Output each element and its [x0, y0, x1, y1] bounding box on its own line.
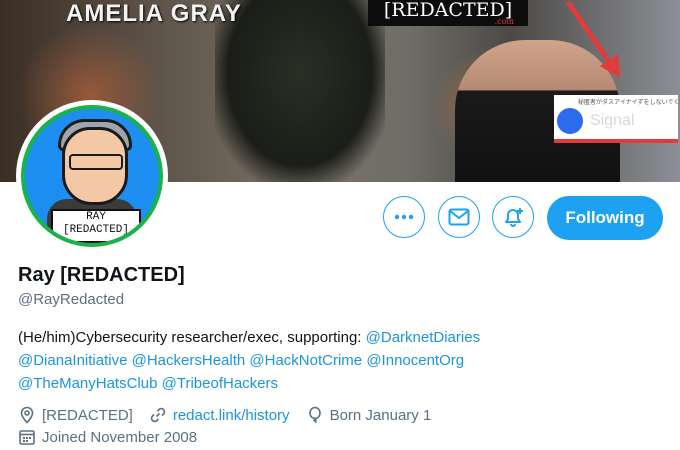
banner-logo-text: [REDACTED]	[383, 0, 513, 21]
mention-link[interactable]: @InnocentOrg	[366, 352, 464, 369]
avatar-glasses	[69, 154, 123, 170]
avatar-nametag: RAY [REDACTED]	[51, 209, 141, 243]
birthday-item: Born January 1	[306, 406, 432, 424]
website-item: redact.link/history	[149, 406, 290, 424]
balloon-icon	[308, 406, 321, 424]
envelope-icon	[448, 208, 470, 226]
mention-link[interactable]: @HackersHealth	[132, 352, 246, 369]
signal-message: 秘匿者がダスアイナイずをしないでください	[578, 100, 680, 106]
mention-link[interactable]: @TribeofHackers	[162, 375, 278, 392]
avatar-image: RAY [REDACTED]	[21, 105, 163, 247]
signal-notification: 秘匿者がダスアイナイずをしないでください Signal	[554, 95, 680, 143]
following-button[interactable]: Following	[547, 196, 663, 240]
banner-caption: AMELIA GRAY	[66, 0, 242, 27]
mention-link[interactable]: @TheManyHatsClub	[18, 375, 157, 392]
location-pin-icon	[20, 406, 34, 424]
notifications-button[interactable]	[492, 196, 534, 238]
joined-text: Joined November 2008	[42, 428, 198, 446]
bell-plus-icon	[505, 208, 523, 227]
mention-link[interactable]: @DarknetDiaries	[366, 329, 480, 346]
signal-label: Signal	[590, 112, 635, 129]
location-item: [REDACTED]	[18, 406, 133, 424]
calendar-icon	[19, 430, 35, 445]
mention-link[interactable]: @HackNotCrime	[249, 352, 362, 369]
bio-text: (He/him)Cybersecurity researcher/exec, s…	[18, 329, 366, 346]
profile-meta-row: [REDACTED] redact.link/history Born Janu…	[18, 406, 447, 424]
birthday-text: Born January 1	[329, 406, 432, 424]
more-options-button[interactable]	[383, 196, 425, 238]
more-dots-icon	[394, 214, 414, 220]
profile-joined-row: Joined November 2008	[18, 428, 213, 446]
profile-bio: (He/him)Cybersecurity researcher/exec, s…	[18, 326, 658, 395]
profile-name: Ray [REDACTED]	[18, 264, 185, 286]
banner-logo: [REDACTED] .com	[368, 0, 528, 26]
website-link[interactable]: redact.link/history	[173, 407, 290, 424]
link-icon	[150, 407, 166, 423]
mention-link[interactable]: @DianaInitiative	[18, 352, 127, 369]
banner-logo-sub: .com	[494, 17, 514, 26]
red-arrow-icon	[565, 0, 620, 78]
avatar-nametag-line1: RAY	[86, 211, 106, 223]
avatar[interactable]: RAY [REDACTED]	[16, 100, 168, 252]
joined-item: Joined November 2008	[18, 428, 197, 446]
profile-handle: @RayRedacted	[18, 291, 125, 308]
location-text: [REDACTED]	[42, 406, 133, 424]
signal-logo-icon	[557, 108, 583, 134]
message-button[interactable]	[438, 196, 480, 238]
avatar-nametag-line2: [REDACTED]	[62, 224, 129, 236]
